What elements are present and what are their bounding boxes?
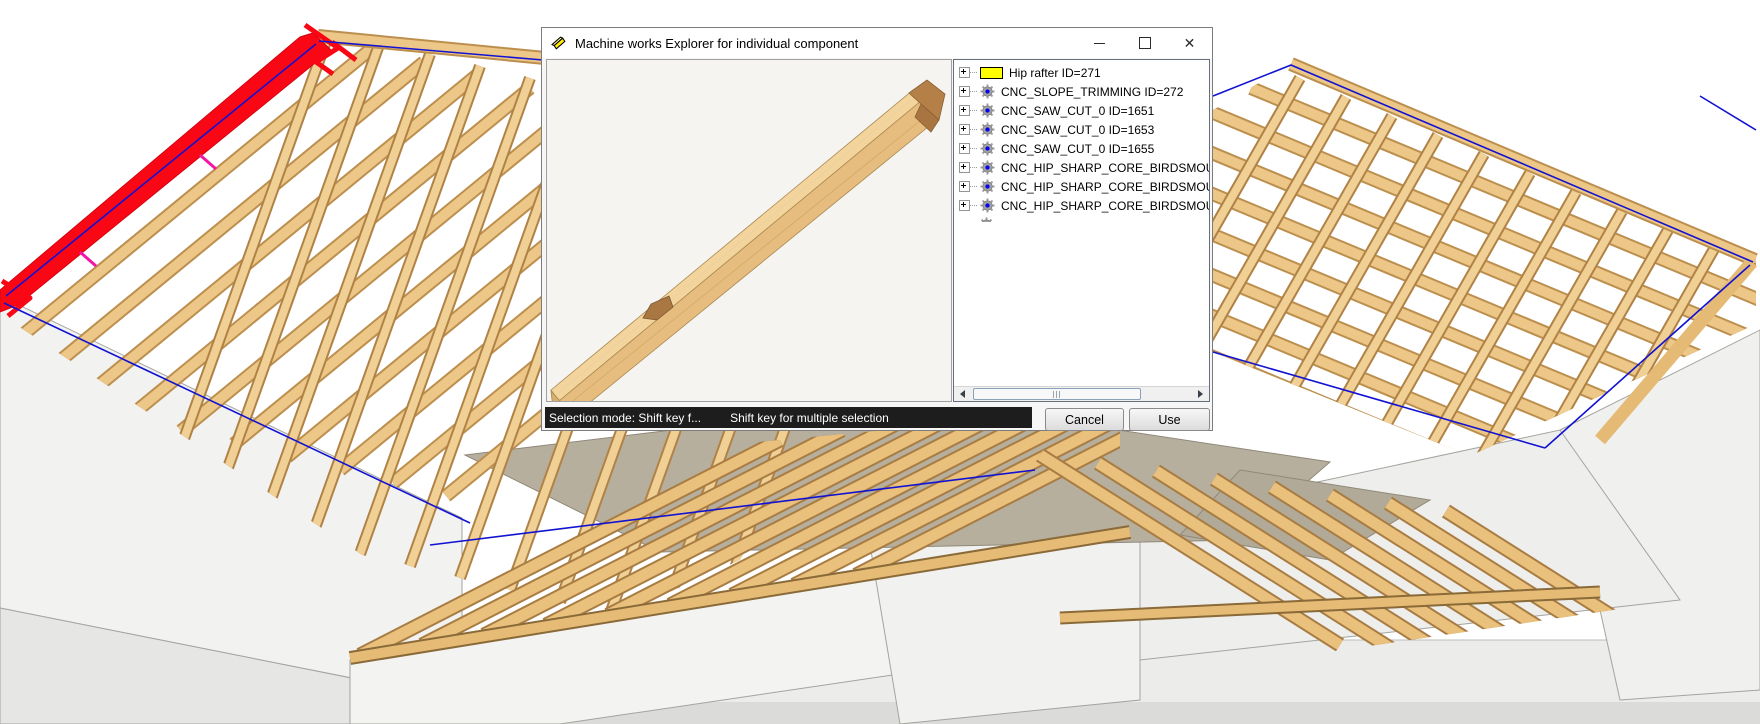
expand-plus-icon[interactable] <box>959 181 970 192</box>
tree-item[interactable]: CNC_HIP_SHARP_CORE_BIRDSMOUTH <box>954 158 1209 177</box>
expand-plus-icon[interactable] <box>959 105 970 116</box>
gear-icon <box>980 141 995 156</box>
expand-plus-icon[interactable] <box>959 124 970 135</box>
tree-connector <box>970 110 977 111</box>
expand-plus-icon[interactable] <box>959 162 970 173</box>
tree-rows: Hip rafter ID=271 CNC_SLOPE_TRIMMING ID=… <box>954 63 1209 215</box>
machine-works-explorer-dialog: Machine works Explorer for individual co… <box>541 27 1213 431</box>
tree-item-label: CNC_HIP_SHARP_CORE_BIRDSMOUTH <box>1001 199 1210 213</box>
scroll-left-button[interactable] <box>954 387 969 401</box>
tree-connector <box>970 148 977 149</box>
scroll-right-icon <box>1198 390 1207 398</box>
tree-item-label: CNC_SLOPE_TRIMMING ID=272 <box>1001 85 1183 99</box>
close-button[interactable]: ✕ <box>1167 28 1212 58</box>
tree-item[interactable]: CNC_SLOPE_TRIMMING ID=272 <box>954 82 1209 101</box>
dialog-titlebar[interactable]: Machine works Explorer for individual co… <box>542 28 1212 58</box>
tree-connector <box>970 205 977 206</box>
tree-item-label: CNC_SAW_CUT_0 ID=1651 <box>1001 104 1154 118</box>
tree-connector <box>970 167 977 168</box>
beam-3d-icon <box>551 35 568 52</box>
tree-connector <box>970 91 977 92</box>
scroll-right-button[interactable] <box>1194 387 1209 401</box>
scrollbar-thumb[interactable] <box>973 388 1141 400</box>
tree-item-label: CNC_HIP_SHARP_CORE_BIRDSMOUTH <box>1001 180 1210 194</box>
expand-plus-icon[interactable] <box>959 67 970 78</box>
gear-icon <box>980 122 995 137</box>
gear-icon <box>980 103 995 118</box>
expand-plus-icon[interactable] <box>959 86 970 97</box>
tree-connector <box>970 129 977 130</box>
dialog-title: Machine works Explorer for individual co… <box>575 36 858 51</box>
scroll-left-icon <box>956 390 965 398</box>
maximize-icon <box>1139 37 1151 49</box>
expand-plus-icon[interactable] <box>959 200 970 211</box>
tree-connector <box>970 72 977 73</box>
tree-item-label: CNC_HIP_SHARP_CORE_BIRDSMOUTH <box>1001 161 1210 175</box>
tree-item-label: Hip rafter ID=271 <box>1009 66 1101 80</box>
tree-item[interactable]: CNC_HIP_SHARP_CORE_BIRDSMOUTH <box>954 196 1209 215</box>
use-button[interactable]: Use <box>1129 408 1210 431</box>
gear-icon <box>980 179 995 194</box>
tree-connector <box>970 186 977 187</box>
maximize-button[interactable] <box>1122 28 1167 58</box>
component-preview-panel[interactable] <box>546 59 952 402</box>
gear-icon <box>980 198 995 213</box>
tree-horizontal-scrollbar[interactable] <box>954 386 1209 401</box>
close-icon: ✕ <box>1184 36 1196 50</box>
status-bar: Selection mode: Shift key f... Shift key… <box>545 407 1032 428</box>
tree-item[interactable]: CNC_SAW_CUT_0 ID=1653 <box>954 120 1209 139</box>
tree-item[interactable]: CNC_SAW_CUT_0 ID=1655 <box>954 139 1209 158</box>
gear-icon <box>980 84 995 99</box>
gear-icon <box>980 160 995 175</box>
tree-item[interactable]: Hip rafter ID=271 <box>954 63 1209 82</box>
tree-item-label: CNC_SAW_CUT_0 ID=1653 <box>1001 123 1154 137</box>
minimize-icon <box>1094 43 1105 44</box>
tree-item-label: CNC_SAW_CUT_0 ID=1655 <box>1001 142 1154 156</box>
expand-plus-icon[interactable] <box>959 143 970 154</box>
operations-tree[interactable]: Hip rafter ID=271 CNC_SLOPE_TRIMMING ID=… <box>953 59 1210 402</box>
partial-gear-icon <box>979 217 994 222</box>
hip-rafter-preview <box>547 60 951 401</box>
status-selection-mode: Selection mode: Shift key f... <box>545 411 701 425</box>
status-hint: Shift key for multiple selection <box>730 411 889 425</box>
hip-rafter-icon <box>980 67 1003 79</box>
tree-item[interactable]: CNC_SAW_CUT_0 ID=1651 <box>954 101 1209 120</box>
tree-item[interactable]: CNC_HIP_SHARP_CORE_BIRDSMOUTH <box>954 177 1209 196</box>
minimize-button[interactable] <box>1077 28 1122 58</box>
cancel-button[interactable]: Cancel <box>1045 408 1124 431</box>
